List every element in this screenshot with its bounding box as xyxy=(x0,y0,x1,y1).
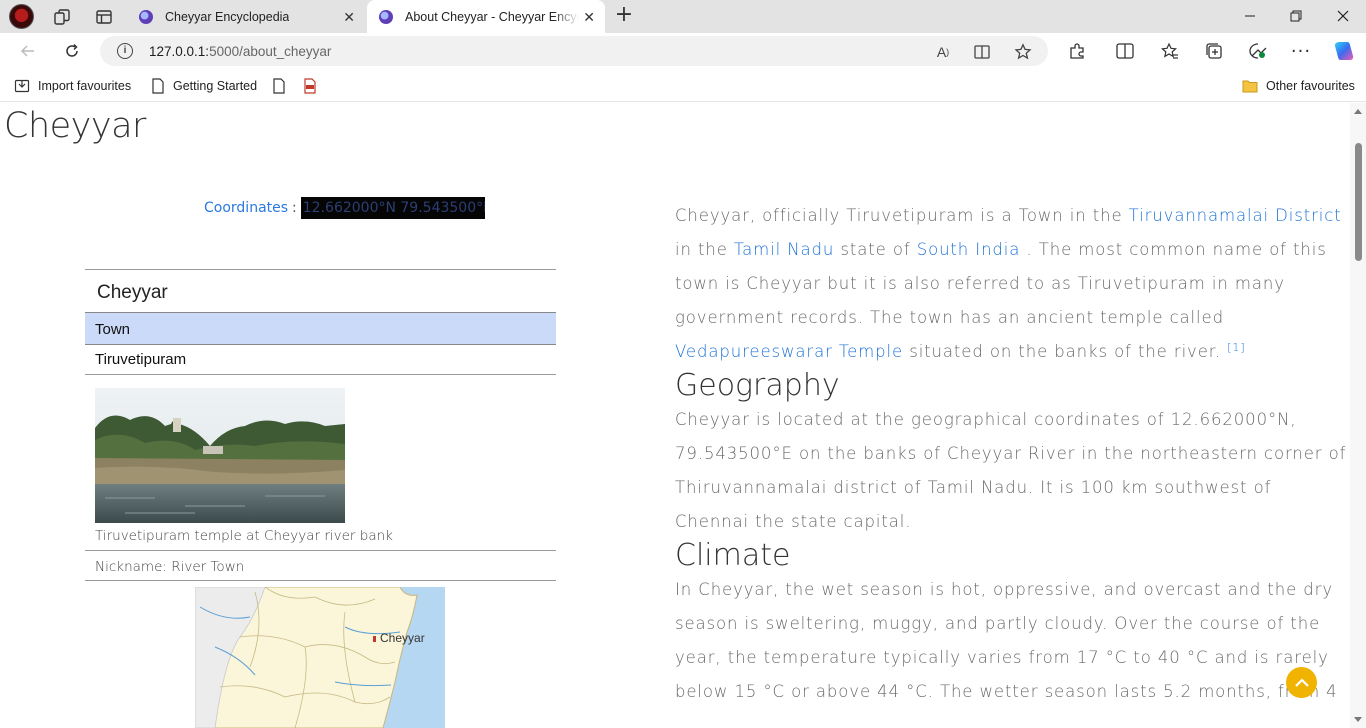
page-icon xyxy=(272,78,286,94)
climate-paragraph: In Cheyyar, the wet season is hot, oppre… xyxy=(675,580,1338,701)
address-bar[interactable]: i 127.0.0.1:5000/about_cheyyar A) xyxy=(100,36,1048,66)
import-favourites-link[interactable]: Import favourites xyxy=(14,77,131,95)
page-title: Cheyyar xyxy=(4,106,146,146)
coordinates-label-link[interactable]: Coordinates xyxy=(204,200,288,216)
extensions-icon[interactable] xyxy=(1066,40,1088,62)
scroll-up-icon[interactable] xyxy=(1354,109,1362,114)
page-scrollbar[interactable] xyxy=(1350,103,1366,728)
scrollbar-thumb[interactable] xyxy=(1355,143,1362,261)
immersive-reader-icon[interactable] xyxy=(974,43,992,61)
geography-paragraph: Cheyyar is located at the geographical c… xyxy=(675,410,1347,531)
infobox-type: Town xyxy=(85,312,556,345)
coordinates-separator: : xyxy=(292,200,297,216)
photo-caption: Tiruvetipuram temple at Cheyyar river ba… xyxy=(95,528,393,544)
reference-1-link[interactable]: [1] xyxy=(1227,341,1245,354)
bookmark-page-link[interactable] xyxy=(272,77,294,95)
folder-icon xyxy=(1242,79,1258,93)
coordinates: Coordinates : 12.662000°N 79.543500°E xyxy=(204,197,485,219)
south-india-link[interactable]: South India xyxy=(917,240,1021,259)
url-text[interactable]: 127.0.0.1:5000/about_cheyyar xyxy=(149,44,331,59)
getting-started-link[interactable]: Getting Started xyxy=(151,77,257,95)
new-tab-icon[interactable]: + xyxy=(613,4,635,26)
import-icon xyxy=(14,78,30,94)
location-map[interactable]: Cheyyar xyxy=(195,587,445,728)
tab-about-cheyyar[interactable]: About Cheyyar - Cheyyar Encyclopedia ✕ xyxy=(367,0,605,33)
getting-started-label: Getting Started xyxy=(173,79,258,93)
infobox-alt-name: Tiruvetipuram xyxy=(85,345,556,375)
favourite-star-icon[interactable] xyxy=(1014,43,1032,61)
settings-more-icon[interactable]: ··· xyxy=(1290,40,1312,62)
read-aloud-icon[interactable]: A) xyxy=(934,43,952,61)
pdf-icon xyxy=(303,78,317,94)
chevron-up-icon xyxy=(1294,677,1309,687)
intro-paragraph: Cheyyar, officially Tiruvetipuram is a T… xyxy=(675,206,1342,361)
other-favourites-folder[interactable]: Other favourites xyxy=(1242,77,1355,95)
back-icon[interactable] xyxy=(17,40,39,62)
browser-essentials-icon[interactable] xyxy=(1247,40,1269,62)
navigation-bar: i 127.0.0.1:5000/about_cheyyar A) ··· xyxy=(0,33,1366,69)
site-favicon-icon xyxy=(379,9,393,24)
collections-icon[interactable] xyxy=(1203,40,1225,62)
other-favourites-label: Other favourites xyxy=(1266,79,1355,93)
tab-cheyyar-encyclopedia[interactable]: Cheyyar Encyclopedia ✕ xyxy=(128,0,365,33)
map-label: Cheyyar xyxy=(380,631,425,645)
profile-avatar[interactable] xyxy=(9,4,34,29)
vedapureeswarar-temple-link[interactable]: Vedapureeswarar Temple xyxy=(675,342,903,361)
workspaces-icon[interactable] xyxy=(51,6,73,28)
split-screen-icon[interactable] xyxy=(1114,40,1136,62)
scroll-to-top-button[interactable] xyxy=(1286,667,1317,698)
infobox-nickname: Nickname: River Town xyxy=(85,550,556,581)
climate-heading: Climate xyxy=(675,538,791,573)
tamil-nadu-link[interactable]: Tamil Nadu xyxy=(734,240,834,259)
infobox: Cheyyar Town Tiruvetipuram xyxy=(85,269,556,375)
geography-heading: Geography xyxy=(675,368,840,403)
site-info-icon[interactable]: i xyxy=(117,43,133,59)
close-window-icon[interactable] xyxy=(1333,6,1353,26)
tab-strip: Cheyyar Encyclopedia ✕ About Cheyyar - C… xyxy=(0,0,1366,33)
temple-river-photo xyxy=(95,388,345,523)
favourites-bar: Import favourites Getting Started Other … xyxy=(0,69,1366,102)
favourites-icon[interactable] xyxy=(1159,40,1181,62)
article-body: Cheyyar, officially Tiruvetipuram is a T… xyxy=(675,199,1347,709)
tab-actions-icon[interactable] xyxy=(93,6,115,28)
page-icon xyxy=(151,78,165,94)
close-tab-icon[interactable]: ✕ xyxy=(343,9,355,26)
minimize-icon[interactable] xyxy=(1240,6,1260,26)
refresh-icon[interactable] xyxy=(61,40,83,62)
tiruvannamalai-district-link[interactable]: Tiruvannamalai District xyxy=(1129,206,1342,225)
coordinates-value[interactable]: 12.662000°N 79.543500°E xyxy=(300,197,485,219)
restore-icon[interactable] xyxy=(1286,6,1306,26)
site-favicon-icon xyxy=(139,9,153,24)
close-tab-icon[interactable]: ✕ xyxy=(583,9,595,26)
tab-title: Cheyyar Encyclopedia xyxy=(165,9,290,24)
infobox-title: Cheyyar xyxy=(85,269,556,312)
bookmark-pdf-link[interactable] xyxy=(303,77,325,95)
scroll-down-icon[interactable] xyxy=(1354,717,1362,722)
copilot-icon[interactable] xyxy=(1331,38,1357,64)
page-viewport: Cheyyar Coordinates : 12.662000°N 79.543… xyxy=(0,103,1366,728)
import-favourites-label: Import favourites xyxy=(38,79,132,93)
tab-title: About Cheyyar - Cheyyar Encyclopedia xyxy=(405,9,579,24)
